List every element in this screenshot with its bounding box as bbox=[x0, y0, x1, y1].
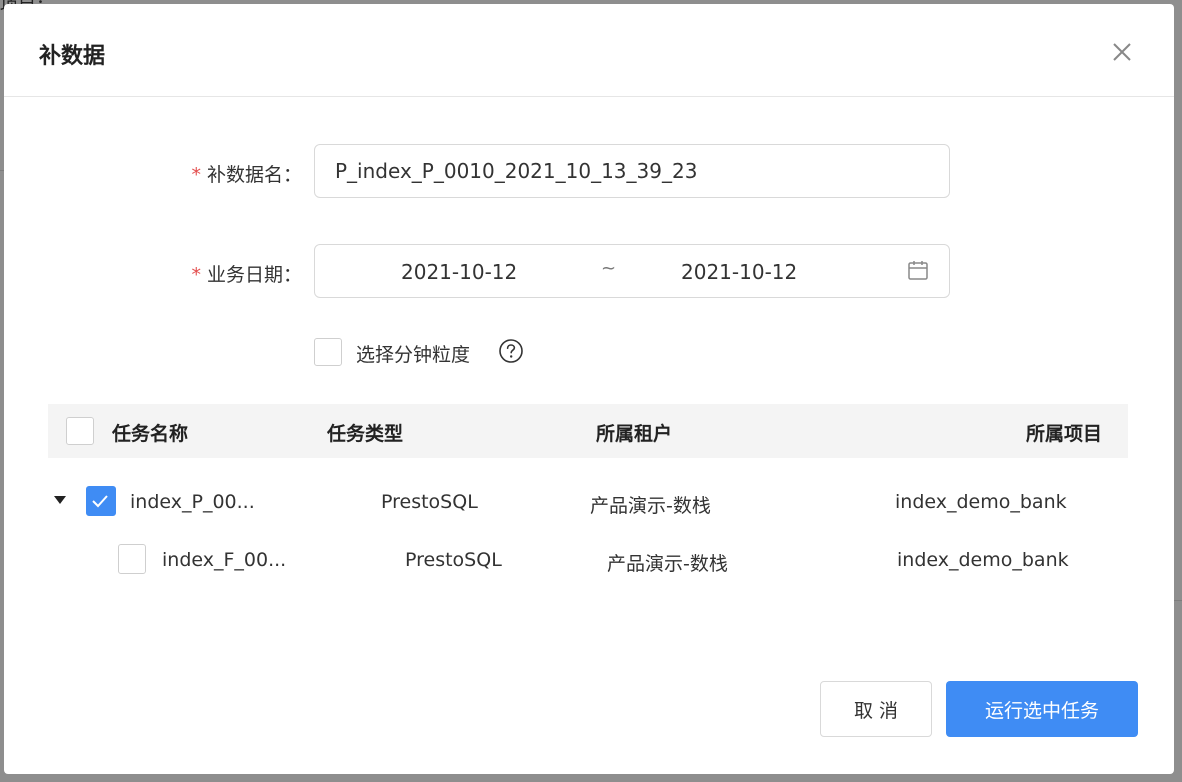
minute-granularity-label: 选择分钟粒度 bbox=[356, 344, 471, 366]
date-range-picker[interactable]: 2021-10-12 ~ 2021-10-12 bbox=[314, 244, 950, 298]
column-header-task-name: 任务名称 bbox=[112, 423, 189, 445]
cancel-button[interactable]: 取 消 bbox=[820, 681, 932, 737]
question-circle-icon[interactable] bbox=[498, 338, 524, 364]
table-row[interactable]: index_P_00... PrestoSQL 产品演示-数栈 index_de… bbox=[48, 478, 1128, 528]
modal-title: 补数据 bbox=[39, 44, 106, 69]
check-icon bbox=[92, 495, 108, 508]
task-project: index_demo_bank bbox=[895, 491, 1067, 513]
date-start[interactable]: 2021-10-12 bbox=[401, 260, 517, 284]
column-header-task-type: 任务类型 bbox=[327, 423, 404, 445]
date-label: * 业务日期： bbox=[191, 264, 302, 286]
close-button[interactable] bbox=[1106, 36, 1138, 68]
minute-granularity-checkbox[interactable] bbox=[314, 338, 342, 366]
select-all-checkbox[interactable] bbox=[66, 417, 94, 445]
calendar-icon bbox=[908, 261, 928, 280]
task-name[interactable]: index_P_00... bbox=[130, 491, 255, 513]
task-type: PrestoSQL bbox=[381, 491, 478, 513]
minute-granularity-row: 选择分钟粒度 bbox=[314, 338, 574, 368]
task-project: index_demo_bank bbox=[897, 549, 1069, 571]
name-label: * 补数据名： bbox=[191, 164, 302, 186]
form-row-date: * 业务日期： 2021-10-12 ~ 2021-10-12 bbox=[4, 244, 1174, 302]
form-row-name: * 补数据名： bbox=[4, 144, 1174, 202]
run-selected-tasks-button[interactable]: 运行选中任务 bbox=[946, 681, 1138, 737]
column-header-tenant: 所属租户 bbox=[596, 423, 673, 445]
row-checkbox[interactable] bbox=[118, 544, 146, 574]
modal-header: 补数据 bbox=[4, 4, 1174, 97]
column-header-project: 所属项目 bbox=[1026, 423, 1103, 445]
date-end[interactable]: 2021-10-12 bbox=[681, 260, 797, 284]
row-checkbox[interactable] bbox=[86, 486, 116, 516]
date-separator: ~ bbox=[601, 258, 617, 279]
task-type: PrestoSQL bbox=[405, 549, 502, 571]
table-header: 任务名称 任务类型 所属租户 所属项目 bbox=[48, 404, 1128, 458]
required-mark: * bbox=[191, 164, 201, 186]
fill-data-modal: 补数据 *补数据名： *业务日期： 2021-10-12 ~ 2021-10-1… bbox=[4, 4, 1174, 774]
task-name[interactable]: index_F_00... bbox=[162, 549, 286, 571]
table-row[interactable]: index_F_00... PrestoSQL 产品演示-数栈 index_de… bbox=[48, 536, 1128, 586]
task-tenant: 产品演示-数栈 bbox=[590, 495, 711, 517]
backdrop-divider bbox=[1174, 600, 1182, 601]
caret-down-icon[interactable] bbox=[53, 495, 67, 505]
fill-data-name-input[interactable] bbox=[314, 144, 950, 198]
close-icon bbox=[1113, 43, 1131, 61]
required-mark: * bbox=[191, 264, 201, 286]
task-tenant: 产品演示-数栈 bbox=[607, 553, 728, 575]
